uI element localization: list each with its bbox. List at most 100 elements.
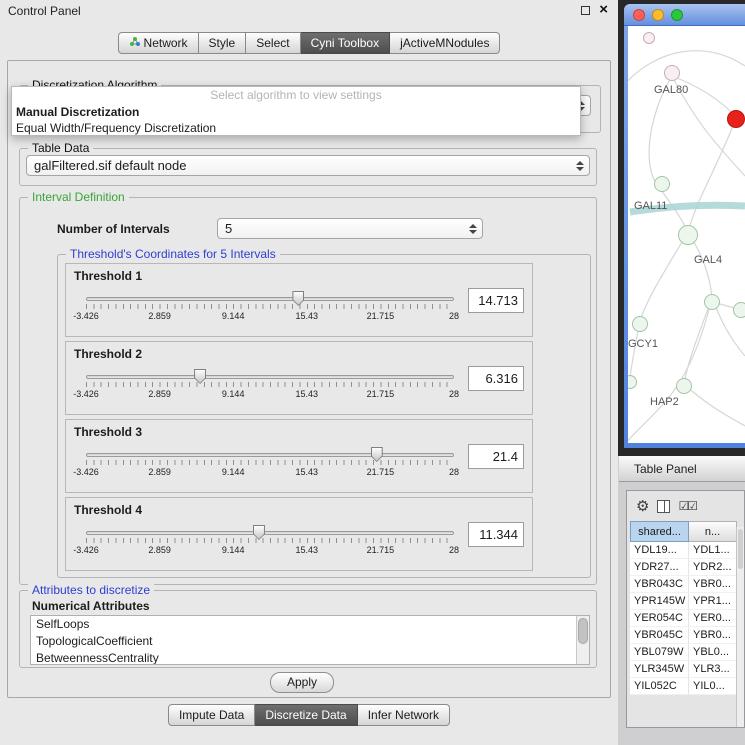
table-cell[interactable]: YDL19... — [630, 542, 689, 559]
table-body: YDL19...YDL1...YDR27...YDR2...YBR043CYBR… — [630, 542, 737, 695]
control-panel-titlebar[interactable]: Control Panel × — [0, 0, 618, 22]
table-row[interactable]: YIL052CYIL0... — [630, 678, 737, 695]
tab-infer-network[interactable]: Infer Network — [358, 704, 450, 726]
threshold-slider[interactable]: -3.4262.8599.14415.4321.71528 — [86, 290, 454, 330]
table-cell[interactable]: YBL0... — [689, 644, 737, 661]
table-cell[interactable]: YDR27... — [630, 559, 689, 576]
tab-network[interactable]: Network — [118, 32, 199, 54]
threshold-value-field[interactable]: 11.344 — [468, 522, 524, 547]
tab-style[interactable]: Style — [199, 32, 247, 54]
select-columns-icon[interactable]: ☑☑ — [678, 499, 696, 513]
column-header-shared[interactable]: shared... — [630, 521, 689, 542]
tab-discretize-data[interactable]: Discretize Data — [255, 704, 357, 726]
threshold-value-field[interactable]: 21.4 — [468, 444, 524, 469]
scale-label: 21.715 — [367, 389, 395, 399]
table-cell[interactable]: YER054C — [630, 610, 689, 627]
table-row[interactable]: YBR043CYBR0... — [630, 576, 737, 593]
table-cell[interactable]: YBR0... — [689, 576, 737, 593]
table-cell[interactable]: YIL052C — [630, 678, 689, 695]
threshold-value-field[interactable]: 6.316 — [468, 366, 524, 391]
tab-jactivemnodules[interactable]: jActiveMNodules — [390, 32, 500, 54]
attribute-item[interactable]: TopologicalCoefficient — [31, 633, 589, 650]
group-title: Table Data — [28, 141, 93, 155]
combo-value: 5 — [225, 221, 232, 236]
table-cell[interactable]: YER0... — [689, 610, 737, 627]
threshold-slider[interactable]: -3.4262.8599.14415.4321.71528 — [86, 524, 454, 564]
group-title: Threshold's Coordinates for 5 Intervals — [66, 247, 280, 261]
table-data-combobox[interactable]: galFiltered.sif default node — [26, 155, 590, 176]
table-row[interactable]: YBR045CYBR0... — [630, 627, 737, 644]
zoom-traffic-light-icon[interactable] — [671, 9, 683, 21]
table-cell[interactable]: YLR3... — [689, 661, 737, 678]
scrollbar-thumb[interactable] — [578, 618, 588, 644]
table-row[interactable]: YDR27...YDR2... — [630, 559, 737, 576]
tab-select[interactable]: Select — [246, 32, 300, 54]
network-window-titlebar[interactable] — [624, 4, 745, 26]
scale-label: 9.144 — [222, 467, 245, 477]
table-cell[interactable]: YIL0... — [689, 678, 737, 695]
table-cell[interactable]: YDL1... — [689, 542, 737, 559]
column-header-name[interactable]: n... — [689, 521, 737, 542]
dropdown-option-manual[interactable]: Manual Discretization — [12, 104, 580, 120]
network-node[interactable] — [704, 294, 720, 310]
tab-impute-data[interactable]: Impute Data — [168, 704, 255, 726]
float-window-icon[interactable] — [581, 6, 590, 15]
threshold-slider[interactable]: -3.4262.8599.14415.4321.71528 — [86, 368, 454, 408]
table-panel-title: Table Panel — [634, 462, 697, 476]
network-canvas[interactable]: GAL80GAL11GAL4GCY1HAP2 — [628, 26, 745, 443]
table-row[interactable]: YDL19...YDL1... — [630, 542, 737, 559]
network-node[interactable] — [654, 176, 670, 192]
table-header-row: shared... n... — [630, 521, 737, 542]
threshold-slider[interactable]: -3.4262.8599.14415.4321.71528 — [86, 446, 454, 486]
list-scrollbar[interactable] — [576, 616, 589, 664]
tab-label: Style — [209, 36, 236, 50]
close-icon[interactable]: × — [599, 4, 608, 16]
apply-button[interactable]: Apply — [270, 672, 334, 693]
scale-label: 15.43 — [296, 545, 319, 555]
table-panel-header[interactable]: Table Panel — [619, 456, 745, 482]
attribute-item[interactable]: SelfLoops — [31, 616, 589, 633]
tab-label: jActiveMNodules — [400, 36, 489, 50]
network-node[interactable] — [676, 378, 692, 394]
close-traffic-light-icon[interactable] — [633, 9, 645, 21]
table-row[interactable]: YBL079WYBL0... — [630, 644, 737, 661]
threshold-panel: Threshold 2 -3.4262.8599.14415.4321.7152… — [65, 341, 533, 415]
table-cell[interactable]: YPR145W — [630, 593, 689, 610]
slider-track[interactable] — [86, 453, 454, 457]
network-node[interactable] — [632, 316, 648, 332]
table-cell[interactable]: YBL079W — [630, 644, 689, 661]
slider-track[interactable] — [86, 531, 454, 535]
scale-label: 28 — [449, 311, 459, 321]
attribute-item[interactable]: BetweennessCentrality — [31, 650, 589, 665]
slider-track[interactable] — [86, 375, 454, 379]
table-row[interactable]: YLR345WYLR3... — [630, 661, 737, 678]
threshold-value-field[interactable]: 14.713 — [468, 288, 524, 313]
network-node[interactable] — [664, 65, 680, 81]
table-cell[interactable]: YLR345W — [630, 661, 689, 678]
network-node[interactable] — [678, 225, 698, 245]
slider-scale: -3.4262.8599.14415.4321.71528 — [86, 389, 454, 401]
table-scrollbar[interactable] — [736, 527, 744, 727]
network-node-selected[interactable] — [727, 110, 745, 128]
table-cell[interactable]: YBR045C — [630, 627, 689, 644]
slider-track[interactable] — [86, 297, 454, 301]
threshold-label: Threshold 3 — [74, 425, 142, 439]
table-row[interactable]: YPR145WYPR1... — [630, 593, 737, 610]
gear-icon[interactable]: ⚙ — [636, 497, 649, 515]
table-cell[interactable]: YDR2... — [689, 559, 737, 576]
columns-icon[interactable] — [657, 500, 670, 513]
scrollbar-thumb[interactable] — [738, 529, 743, 569]
table-row[interactable]: YER054CYER0... — [630, 610, 737, 627]
tab-label: Discretize Data — [265, 708, 346, 722]
table-cell[interactable]: YBR0... — [689, 627, 737, 644]
scale-label: -3.426 — [73, 311, 99, 321]
network-node[interactable] — [733, 302, 745, 318]
scale-label: 21.715 — [367, 467, 395, 477]
table-cell[interactable]: YBR043C — [630, 576, 689, 593]
network-node[interactable] — [643, 32, 655, 44]
dropdown-option-equal-width[interactable]: Equal Width/Frequency Discretization — [12, 120, 580, 136]
table-cell[interactable]: YPR1... — [689, 593, 737, 610]
minimize-traffic-light-icon[interactable] — [652, 9, 664, 21]
number-of-intervals-combobox[interactable]: 5 — [217, 218, 483, 239]
tab-cyni-toolbox[interactable]: Cyni Toolbox — [301, 32, 390, 54]
